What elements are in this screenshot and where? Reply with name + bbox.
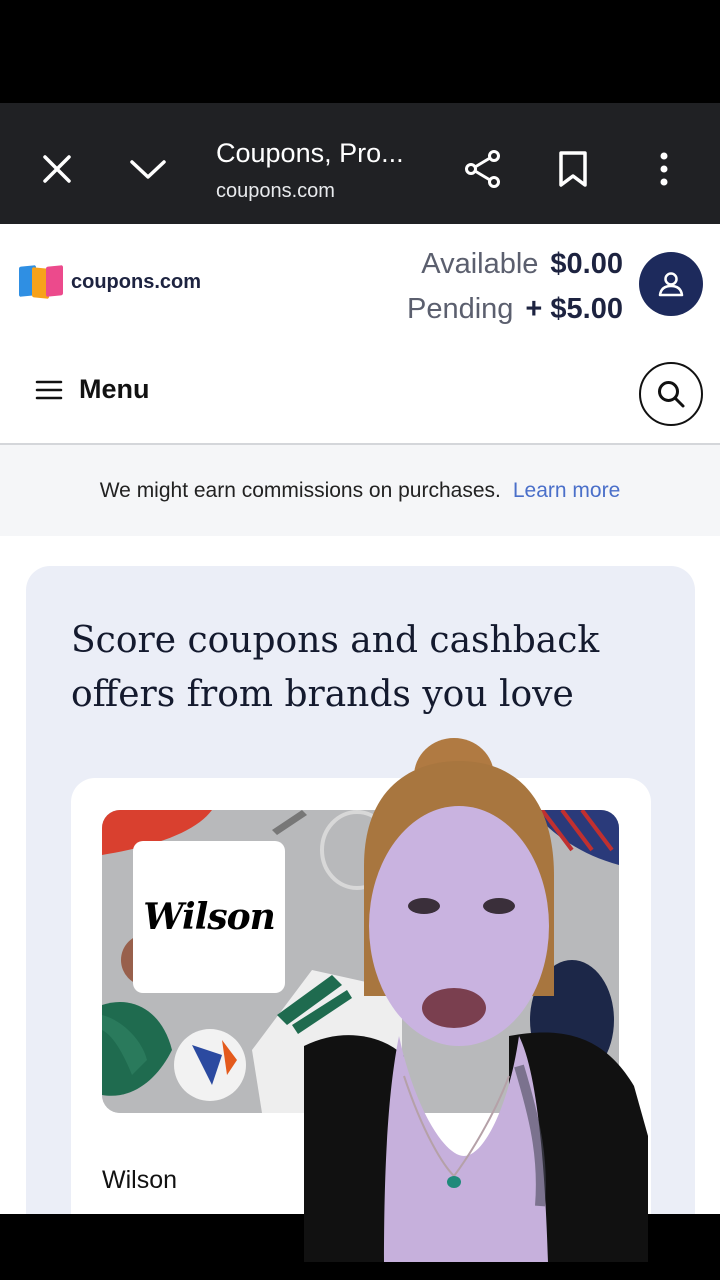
share-button[interactable] xyxy=(453,139,513,199)
more-options-button[interactable] xyxy=(634,139,694,199)
share-icon xyxy=(465,150,500,188)
available-row: Available $0.00 xyxy=(407,242,623,287)
pending-label: Pending xyxy=(406,293,514,325)
brand-name: Wilson xyxy=(102,1166,178,1194)
available-value: $0.00 xyxy=(550,248,623,280)
site-logo[interactable]: coupons.com xyxy=(19,265,202,299)
pending-row: Pending + $5.00 xyxy=(407,287,623,332)
disclaimer-text: We might earn commissions on purchases. xyxy=(99,478,501,502)
brand-logo-tile: Wilson xyxy=(133,841,285,993)
pending-value: + $5.00 xyxy=(525,293,623,325)
learn-more-link[interactable]: Learn more xyxy=(513,479,620,503)
chevron-down-icon xyxy=(130,160,166,179)
balance-summary: Available $0.00 Pending + $5.00 xyxy=(407,242,623,332)
hero-title: Score coupons and cashback offers from b… xyxy=(71,620,600,715)
more-vert-icon xyxy=(660,152,668,186)
logo-text: coupons.com xyxy=(71,270,202,293)
person-video-illustration xyxy=(304,738,648,1262)
bookmark-icon xyxy=(559,151,587,187)
status-bar xyxy=(0,0,720,103)
hamburger-icon xyxy=(35,380,63,399)
search-icon xyxy=(658,381,685,408)
commission-disclaimer: We might earn commissions on purchases. … xyxy=(0,445,720,536)
user-icon xyxy=(658,272,684,297)
brand-logo-text: Wilson xyxy=(143,896,276,938)
browser-toolbar: Coupons, Pro... coupons.com xyxy=(0,103,720,224)
tab-title: Coupons, Pro... xyxy=(216,138,404,168)
available-label: Available xyxy=(421,248,539,280)
menu-button[interactable]: Menu xyxy=(35,374,150,405)
page-url: coupons.com xyxy=(216,180,335,202)
bookmark-button[interactable] xyxy=(543,139,603,199)
creator-video-overlay xyxy=(304,736,648,1262)
menu-label: Menu xyxy=(79,374,150,404)
collapse-button[interactable] xyxy=(118,139,178,199)
search-button[interactable] xyxy=(639,362,703,426)
account-button[interactable] xyxy=(639,252,703,316)
logo-mark-icon xyxy=(19,265,65,299)
close-tab-button[interactable] xyxy=(27,139,87,199)
close-icon xyxy=(43,155,71,183)
